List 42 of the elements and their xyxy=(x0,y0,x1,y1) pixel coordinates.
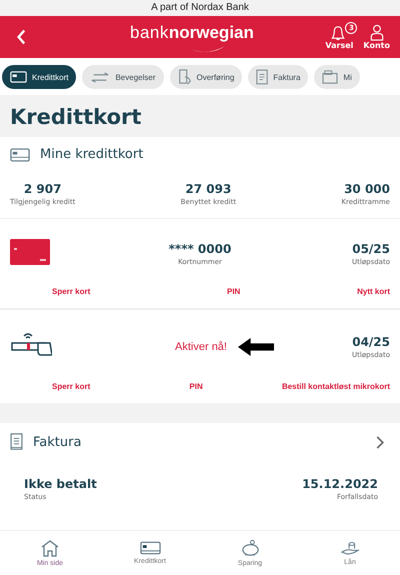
nav-tab[interactable]: Overføring xyxy=(170,65,242,89)
logo[interactable]: banknorwegian xyxy=(130,23,254,43)
expiry-date: 04/25 xyxy=(352,335,390,349)
invoice-status: Ikke betalt xyxy=(24,477,97,491)
document-icon xyxy=(256,69,268,85)
stat-value: 30 000 xyxy=(344,182,390,196)
card-action-link[interactable]: Bestill kontaktløst mikrokort xyxy=(282,382,390,391)
logo-text: bank xyxy=(130,23,169,43)
card-icon xyxy=(140,541,160,555)
piggy-bank-icon xyxy=(240,539,260,557)
card-action-link[interactable]: Sperr kort xyxy=(52,382,90,391)
wallet-icon xyxy=(322,70,338,84)
card-action-link[interactable]: PIN xyxy=(189,382,203,391)
stat-value: 2 907 xyxy=(24,182,62,196)
arrow-icon xyxy=(236,338,275,356)
person-icon xyxy=(368,24,385,41)
stat-value: 27 093 xyxy=(185,182,232,196)
card-icon xyxy=(10,71,27,83)
due-date: 15.12.2022 xyxy=(302,477,378,491)
card-number: **** 0000 xyxy=(168,242,232,256)
nav-tab[interactable]: Kredittkort xyxy=(2,65,76,89)
card-icon xyxy=(10,148,30,162)
arrows-icon xyxy=(90,72,110,82)
back-icon[interactable] xyxy=(16,29,26,45)
card-action-link[interactable]: Nytt kort xyxy=(357,287,390,296)
section-title: Faktura xyxy=(33,434,82,450)
nav-tab[interactable]: Faktura xyxy=(248,65,308,89)
nav-tab[interactable]: Mi xyxy=(314,65,360,89)
document-icon xyxy=(10,433,23,451)
house-icon xyxy=(40,539,60,557)
account-button[interactable]: Konto xyxy=(361,22,392,52)
page-title: Kredittkort xyxy=(10,105,142,129)
chevron-right-icon[interactable] xyxy=(376,436,384,448)
credit-card-icon xyxy=(10,239,50,265)
nav-tab[interactable]: Bevegelser xyxy=(82,65,164,89)
activate-link[interactable]: Aktiver nå! xyxy=(175,341,227,353)
card-action-link[interactable]: PIN xyxy=(227,287,240,296)
section-title: Mine kredittkort xyxy=(40,147,144,162)
expiry-date: 05/25 xyxy=(352,242,390,256)
logo-text: norwegian xyxy=(168,23,254,43)
card-action-link[interactable]: Sperr kort xyxy=(52,287,90,296)
hand-coins-icon xyxy=(340,540,360,556)
